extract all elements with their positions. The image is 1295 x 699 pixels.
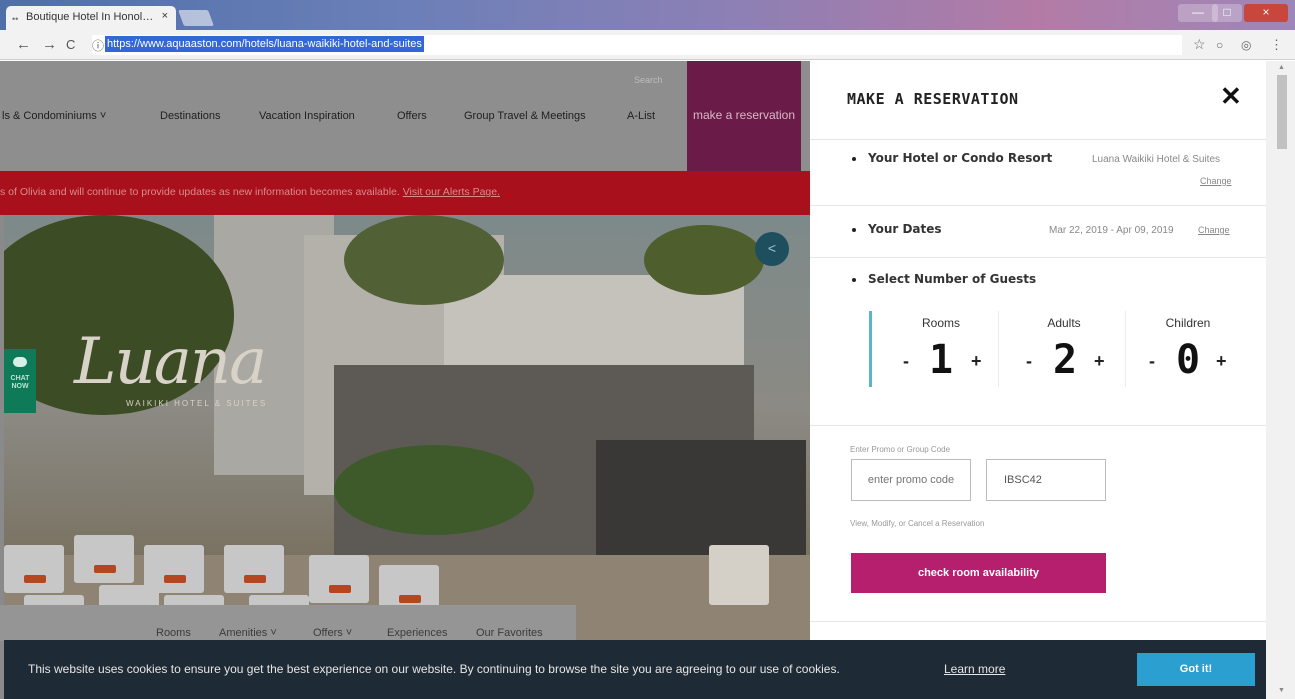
back-arrow-icon[interactable]: ← bbox=[16, 36, 31, 53]
divider bbox=[810, 257, 1266, 258]
chat-now-button[interactable]: CHAT NOW bbox=[4, 349, 36, 413]
dates-label: Your Dates bbox=[868, 222, 942, 236]
guests-label: Select Number of Guests bbox=[868, 272, 1037, 286]
hotel-logo-subtitle: WAIKIKI HOTEL & SUITES bbox=[126, 399, 268, 408]
check-availability-button[interactable]: check room availability bbox=[851, 553, 1106, 593]
adults-label: Adults bbox=[1047, 316, 1081, 330]
subnav-our-favorites[interactable]: Our Favorites bbox=[476, 627, 543, 639]
nav-item-destinations[interactable]: Destinations bbox=[160, 110, 221, 122]
hotel-website: Search ls & Condominiums ˅ Destinations … bbox=[0, 61, 810, 699]
chat-now-label: CHAT NOW bbox=[10, 375, 30, 390]
dates-change-link[interactable]: Change bbox=[1198, 225, 1230, 235]
scroll-down-icon[interactable]: ▼ bbox=[1278, 687, 1285, 694]
reload-icon[interactable]: C bbox=[66, 37, 75, 52]
rooms-increment-button[interactable]: + bbox=[971, 351, 982, 372]
palm-trees-2 bbox=[344, 215, 504, 305]
lounge-chair bbox=[224, 545, 284, 593]
manage-reservation-link[interactable]: View, Modify, or Cancel a Reservation bbox=[850, 519, 984, 528]
cookie-text: This website uses cookies to ensure you … bbox=[28, 662, 840, 676]
lounge-chair bbox=[309, 555, 369, 603]
window-close-button[interactable]: × bbox=[1244, 4, 1288, 22]
gate bbox=[596, 440, 806, 570]
hotel-subnav: Rooms Amenities ˅ Offers ˅ Experiences O… bbox=[0, 605, 576, 641]
nav-item-group-travel[interactable]: Group Travel & Meetings bbox=[464, 110, 586, 122]
palm-trees-3 bbox=[644, 225, 764, 295]
column-divider bbox=[998, 311, 999, 387]
bench bbox=[709, 545, 769, 605]
rooms-decrement-button[interactable]: - bbox=[903, 351, 909, 372]
lounge-chair bbox=[4, 545, 64, 593]
close-icon[interactable]: ✕ bbox=[1220, 81, 1242, 111]
divider bbox=[810, 205, 1266, 206]
bullet-icon bbox=[852, 228, 856, 232]
bookmark-star-icon[interactable]: ☆ bbox=[1193, 36, 1206, 53]
hotel-label: Your Hotel or Condo Resort bbox=[868, 151, 1053, 165]
scrollbar[interactable]: ▲ ▼ bbox=[1266, 61, 1295, 699]
tab-favicon-icon: •• bbox=[12, 14, 19, 24]
bullet-icon bbox=[852, 157, 856, 161]
browser-tab[interactable]: •• Boutique Hotel In Honol… × bbox=[6, 6, 176, 30]
browser-menu-icon[interactable]: ⋮ bbox=[1270, 37, 1283, 53]
make-reservation-button[interactable]: make a reservation bbox=[687, 61, 801, 183]
chat-bubble-icon bbox=[13, 357, 27, 367]
bullet-icon bbox=[852, 278, 856, 282]
tab-close-icon[interactable]: × bbox=[162, 10, 168, 22]
hotel-logo: Luana bbox=[74, 325, 267, 399]
divider bbox=[810, 139, 1266, 140]
cookie-accept-button[interactable]: Got it! bbox=[1137, 653, 1255, 686]
children-count: 0 bbox=[1176, 337, 1201, 383]
group-code-input[interactable] bbox=[986, 459, 1106, 501]
children-label: Children bbox=[1165, 316, 1211, 330]
rooms-label: Rooms bbox=[921, 316, 960, 330]
forward-arrow-icon[interactable]: → bbox=[42, 36, 57, 53]
cookie-banner: This website uses cookies to ensure you … bbox=[4, 640, 1266, 699]
browser-tab-bar: •• Boutique Hotel In Honol… × — □ × bbox=[0, 0, 1295, 30]
address-bar[interactable]: ⓘ https://www.aquaaston.com/hotels/luana… bbox=[92, 35, 1182, 55]
adults-decrement-button[interactable]: - bbox=[1026, 351, 1032, 372]
scroll-thumb[interactable] bbox=[1277, 75, 1287, 149]
tab-title: Boutique Hotel In Honol… bbox=[26, 11, 154, 23]
new-tab-button[interactable] bbox=[178, 10, 214, 26]
alerts-page-link[interactable]: Visit our Alerts Page. bbox=[403, 186, 500, 198]
adults-count: 2 bbox=[1053, 337, 1078, 383]
promo-label: Enter Promo or Group Code bbox=[850, 445, 951, 454]
guests-accent-bar bbox=[869, 311, 872, 387]
nav-item-vacation-inspiration[interactable]: Vacation Inspiration bbox=[259, 110, 355, 122]
hotel-value: Luana Waikiki Hotel & Suites bbox=[1092, 154, 1221, 165]
column-divider bbox=[1125, 311, 1126, 387]
divider bbox=[810, 425, 1266, 426]
nav-search-link[interactable]: Search bbox=[634, 75, 663, 85]
rooms-count: 1 bbox=[929, 337, 954, 383]
lounge-chair bbox=[74, 535, 134, 583]
nav-item-a-list[interactable]: A-List bbox=[627, 110, 655, 122]
extension-icon[interactable]: ○ bbox=[1216, 38, 1223, 52]
page-content: Search ls & Condominiums ˅ Destinations … bbox=[0, 61, 1295, 699]
subnav-experiences[interactable]: Experiences bbox=[387, 627, 448, 639]
subnav-offers[interactable]: Offers ˅ bbox=[313, 627, 352, 639]
subnav-amenities[interactable]: Amenities ˅ bbox=[219, 627, 277, 639]
subnav-rooms[interactable]: Rooms bbox=[156, 627, 191, 639]
divider bbox=[810, 621, 1266, 622]
share-icon[interactable]: < bbox=[755, 232, 789, 266]
nav-item-offers[interactable]: Offers bbox=[397, 110, 427, 122]
site-info-icon[interactable]: ⓘ bbox=[92, 37, 104, 54]
hotel-change-link[interactable]: Change bbox=[1200, 176, 1232, 186]
address-bar-url[interactable]: https://www.aquaaston.com/hotels/luana-w… bbox=[105, 36, 424, 52]
browser-toolbar: ← → C ⓘ https://www.aquaaston.com/hotels… bbox=[0, 30, 1295, 60]
adults-increment-button[interactable]: + bbox=[1094, 351, 1105, 372]
alert-banner: s of Olivia and will continue to provide… bbox=[0, 171, 810, 215]
learn-more-link[interactable]: Learn more bbox=[944, 662, 1005, 676]
alert-text: s of Olivia and will continue to provide… bbox=[0, 186, 403, 198]
dates-value: Mar 22, 2019 - Apr 09, 2019 bbox=[1049, 225, 1174, 236]
promo-code-input[interactable] bbox=[851, 459, 971, 501]
shrubs bbox=[334, 445, 534, 535]
panel-title: MAKE A RESERVATION bbox=[847, 90, 1019, 108]
nav-item-hotels-condominiums[interactable]: ls & Condominiums ˅ bbox=[2, 110, 106, 122]
window-maximize-button[interactable]: □ bbox=[1212, 4, 1242, 22]
reservation-panel: MAKE A RESERVATION ✕ Your Hotel or Condo… bbox=[810, 61, 1266, 699]
extension-icon-2[interactable]: ◎ bbox=[1241, 38, 1251, 52]
children-decrement-button[interactable]: - bbox=[1149, 351, 1155, 372]
scroll-up-icon[interactable]: ▲ bbox=[1278, 64, 1285, 71]
children-increment-button[interactable]: + bbox=[1216, 351, 1227, 372]
